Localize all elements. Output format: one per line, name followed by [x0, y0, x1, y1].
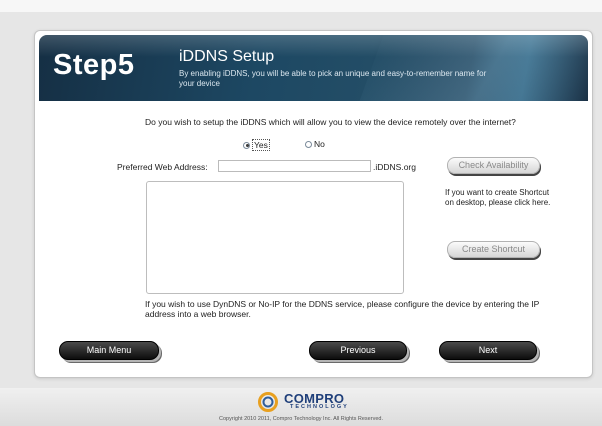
wizard-header: Step5 iDDNS Setup By enabling iDDNS, you… [39, 35, 588, 101]
no-option[interactable]: No [305, 139, 325, 149]
previous-button[interactable]: Previous [309, 341, 407, 360]
brand-subtitle: TECHNOLOGY [290, 404, 349, 410]
check-availability-button[interactable]: Check Availability [447, 157, 540, 174]
address-input[interactable] [218, 160, 371, 172]
header-sheen [343, 35, 588, 101]
no-label[interactable]: No [314, 139, 325, 149]
ddns-note: If you wish to use DynDNS or No-IP for t… [145, 299, 540, 319]
compro-ring-icon [258, 392, 278, 412]
copyright-text: Copyright 2010 2011, Compro Technology I… [219, 416, 383, 422]
top-strip [0, 0, 602, 12]
next-button[interactable]: Next [439, 341, 537, 360]
yes-label[interactable]: Yes [252, 139, 270, 151]
main-menu-button[interactable]: Main Menu [59, 341, 159, 360]
yes-option[interactable]: Yes [243, 139, 270, 151]
page-subtitle: By enabling iDDNS, you will be able to p… [179, 69, 487, 88]
address-label: Preferred Web Address: [117, 162, 208, 172]
page-title: iDDNS Setup [179, 48, 275, 65]
iddns-question: Do you wish to setup the iDDNS which wil… [145, 117, 516, 127]
step-label: Step5 [53, 49, 135, 81]
no-radio[interactable] [305, 140, 312, 148]
shortcut-instructions: If you want to create Shortcut on deskto… [445, 188, 551, 207]
create-shortcut-button[interactable]: Create Shortcut [447, 241, 540, 258]
result-textarea[interactable] [146, 181, 404, 294]
yes-radio[interactable] [243, 141, 250, 149]
wizard-panel: Step5 iDDNS Setup By enabling iDDNS, you… [34, 30, 593, 378]
address-suffix: .iDDNS.org [373, 162, 416, 172]
compro-logo: COMPRO TECHNOLOGY [257, 390, 367, 414]
